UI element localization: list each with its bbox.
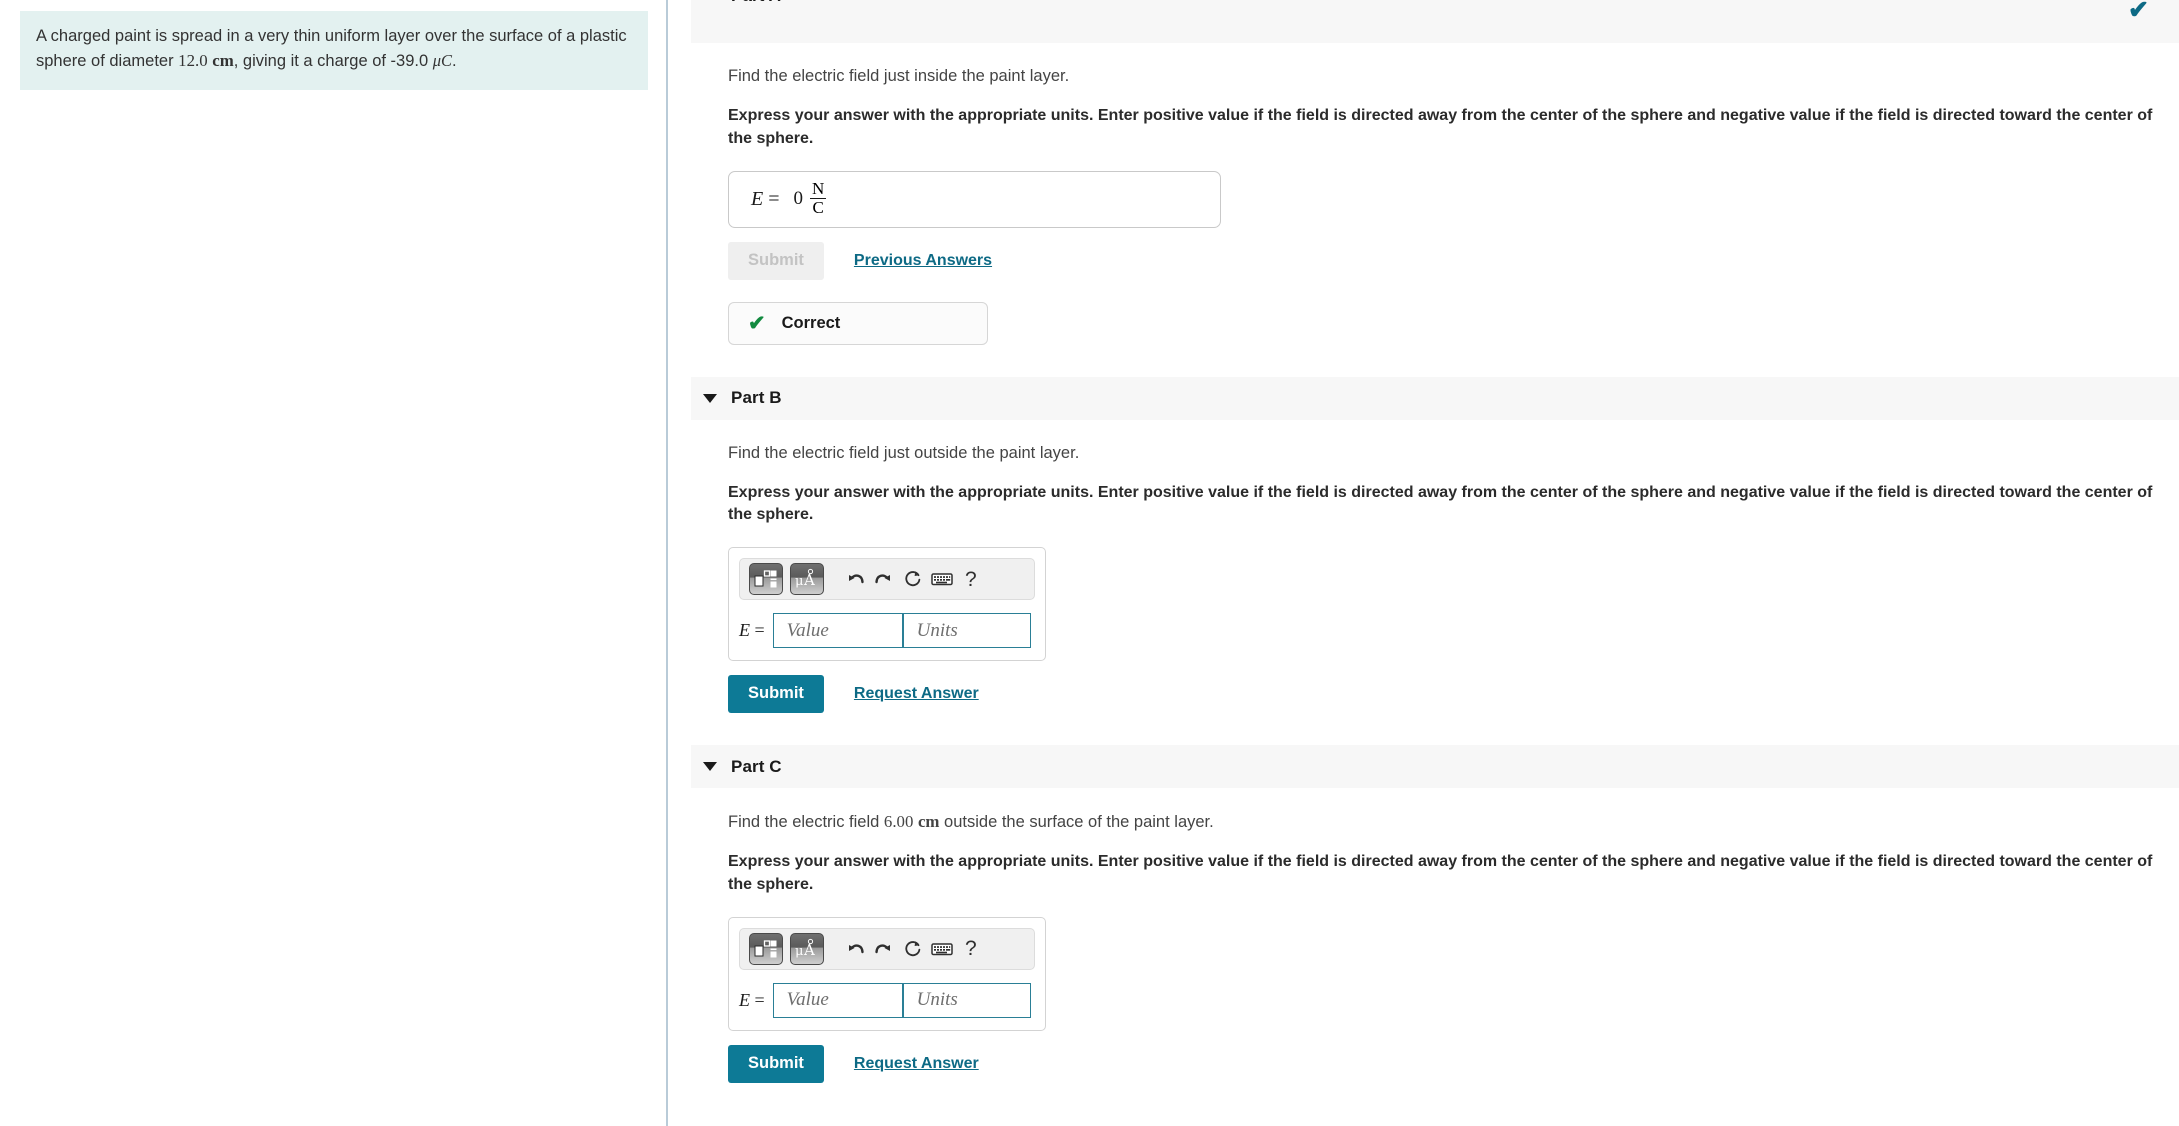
part-b-units-input[interactable]	[902, 613, 1031, 649]
svg-text:A: A	[803, 571, 815, 589]
math-template-icon[interactable]	[749, 563, 783, 596]
redo-icon[interactable]	[873, 568, 895, 590]
part-b-value-input[interactable]	[772, 613, 903, 649]
part-a-question: Find the electric field just inside the …	[728, 67, 1070, 85]
part-b-input-row: E =	[739, 613, 1035, 649]
part-a-correct-check-icon: ✔	[2128, 0, 2149, 24]
part-header-c[interactable]: Part C	[691, 745, 2179, 789]
variable-e: E	[751, 187, 764, 210]
problem-charge-unit: μC	[432, 50, 453, 70]
part-c-distance-value: 6.00	[883, 812, 914, 832]
help-icon[interactable]: ?	[965, 938, 977, 959]
redo-icon[interactable]	[873, 938, 895, 960]
part-a-actions: Submit Previous Answers	[728, 241, 2155, 280]
part-b-submit-button[interactable]: Submit	[728, 675, 824, 714]
part-a-feedback-text: Correct	[781, 313, 841, 332]
part-c-input-row: E =	[739, 982, 1035, 1018]
equals-sign: =	[754, 989, 765, 1010]
part-b-question: Find the electric field just outside the…	[728, 443, 1080, 462]
part-a-answer-value: 0	[793, 188, 804, 210]
part-title-a: Part A	[731, 0, 781, 6]
part-b-actions: Submit Request Answer	[728, 675, 2155, 714]
part-a-submit-button[interactable]: Submit	[728, 241, 824, 280]
part-b-math-entry: μ A ? E = Value Units	[728, 547, 1046, 662]
part-b-math-toolbar: μ A ?	[739, 558, 1035, 601]
check-icon: ✔	[748, 311, 766, 335]
variable-e: E	[739, 989, 750, 1010]
part-a-instruction: Express your answer with the appropriate…	[728, 107, 2153, 147]
keyboard-icon[interactable]	[931, 938, 953, 960]
reset-icon[interactable]	[902, 568, 924, 590]
chevron-down-icon[interactable]	[703, 393, 717, 403]
problem-diameter-value: 12.0	[178, 50, 208, 70]
part-c-question-suffix: outside the surface of the paint layer.	[939, 813, 1214, 832]
variable-e: E	[739, 620, 750, 641]
equals-sign: =	[754, 620, 765, 641]
chevron-down-icon[interactable]	[703, 762, 717, 772]
part-c-equation-label: E =	[739, 990, 765, 1011]
help-icon[interactable]: ?	[965, 569, 977, 590]
unit-denominator: C	[810, 197, 826, 217]
part-body-a: Find the electric field just inside the …	[668, 65, 2179, 345]
part-c-submit-button[interactable]: Submit	[728, 1044, 824, 1083]
keyboard-icon[interactable]	[931, 568, 953, 590]
part-a-feedback-correct: ✔ Correct	[728, 301, 988, 345]
undo-icon[interactable]	[844, 938, 866, 960]
undo-icon[interactable]	[844, 568, 866, 590]
part-a-previous-answers-link[interactable]: Previous Answers	[854, 252, 992, 270]
micro-angstrom-units-icon[interactable]: μ A	[790, 563, 824, 596]
part-c-question: Find the electric field 6.00 cm outside …	[728, 810, 2155, 834]
problem-pane: A charged paint is spread in a very thin…	[0, 0, 668, 1126]
unit-numerator: N	[812, 178, 825, 198]
svg-text:A: A	[803, 941, 815, 959]
part-body-b: Find the electric field just outside the…	[668, 442, 2179, 714]
part-c-question-prefix: Find the electric field	[728, 813, 884, 832]
part-a-answer-unit-fraction: N C	[810, 178, 826, 217]
part-c-request-answer-link[interactable]: Request Answer	[854, 1055, 979, 1073]
part-c-actions: Submit Request Answer	[728, 1044, 2155, 1083]
assignment-page: A charged paint is spread in a very thin…	[0, 0, 2179, 1126]
part-c-distance-unit: cm	[917, 812, 940, 832]
part-b-instruction: Express your answer with the appropriate…	[728, 483, 2153, 524]
equals-sign: =	[768, 187, 780, 210]
part-c-units-input[interactable]	[902, 982, 1031, 1018]
part-header-b[interactable]: Part B	[691, 376, 2179, 420]
part-c-math-entry: μ A ? E = Value Units	[728, 916, 1046, 1031]
part-b-request-answer-link[interactable]: Request Answer	[854, 685, 979, 703]
problem-statement: A charged paint is spread in a very thin…	[20, 11, 648, 90]
part-title-c: Part C	[731, 756, 782, 776]
problem-diameter-unit: cm	[212, 50, 234, 70]
part-title-b: Part B	[731, 388, 782, 408]
part-c-value-input[interactable]	[772, 982, 903, 1018]
part-c-instruction: Express your answer with the appropriate…	[728, 853, 2153, 893]
svg-text:μ: μ	[795, 574, 803, 589]
reset-icon[interactable]	[902, 938, 924, 960]
part-body-c: Find the electric field 6.00 cm outside …	[668, 810, 2179, 1083]
part-b-equation-label: E =	[739, 620, 765, 641]
parts-pane: Part A ✔ Find the electric field just in…	[668, 0, 2179, 1126]
problem-text-part2: , giving it a charge of -39.0	[233, 51, 433, 70]
problem-text-part3: .	[452, 51, 457, 70]
part-a-equation-label: E =	[751, 188, 780, 211]
part-a-answer-box[interactable]: E = 0 N C	[728, 170, 1221, 228]
part-c-math-toolbar: μ A ?	[739, 927, 1035, 970]
svg-text:μ: μ	[795, 944, 803, 959]
part-header-a[interactable]: Part A ✔	[691, 0, 2179, 43]
math-template-icon[interactable]	[749, 932, 783, 965]
micro-angstrom-units-icon[interactable]: μ A	[790, 932, 824, 965]
